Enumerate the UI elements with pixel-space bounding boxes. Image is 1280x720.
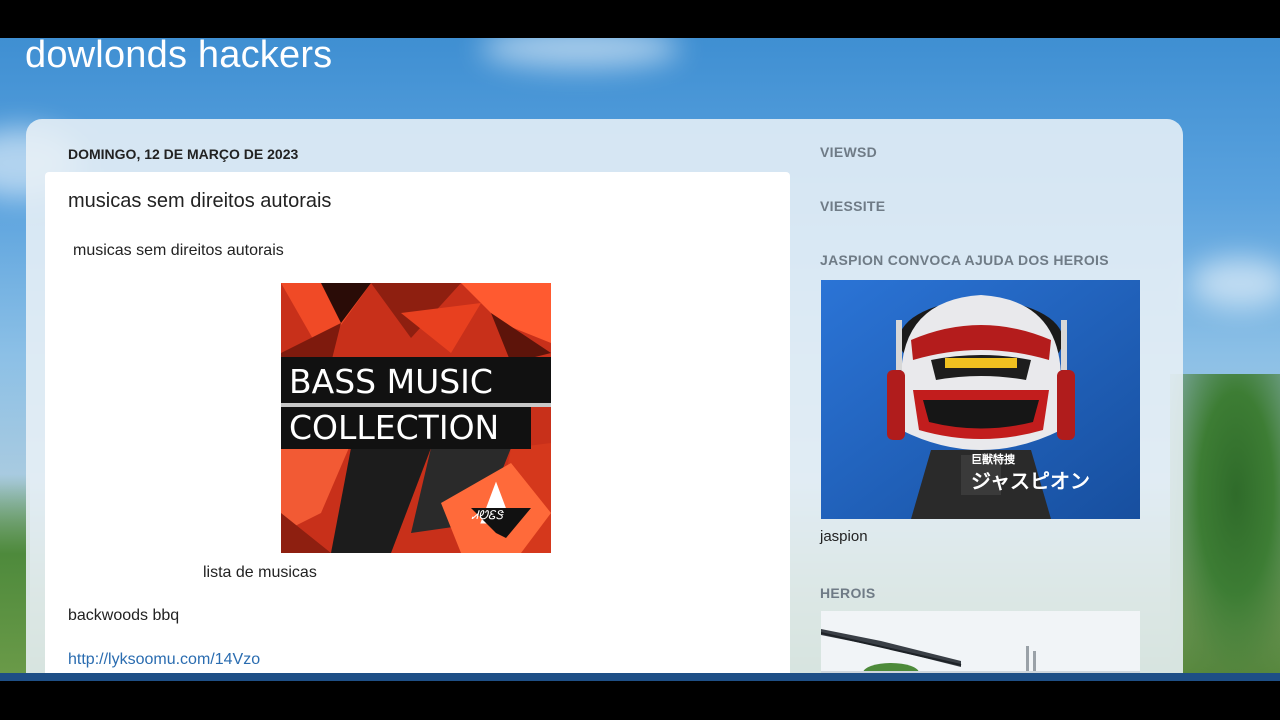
- album-caption: lista de musicas: [203, 564, 317, 581]
- album-cover-image[interactable]: BASS MUSIC COLLECTION ᏗᏬᏋᏕ: [281, 283, 551, 553]
- album-cover-title-line1: BASS MUSIC: [289, 362, 493, 401]
- jaspion-logo-title: ジャスピオン: [971, 469, 1090, 493]
- jaspion-caption: jaspion: [820, 528, 868, 545]
- cloud-decoration: [480, 38, 680, 68]
- track-name: backwoods bbq: [68, 607, 180, 624]
- herois-image[interactable]: [821, 611, 1140, 674]
- blog-title[interactable]: dowlonds hackers: [25, 38, 332, 77]
- jaspion-helmet-art: 巨獣特捜 ジャスピオン: [821, 280, 1140, 519]
- album-cover-art: BASS MUSIC COLLECTION ᏗᏬᏋᏕ: [281, 283, 551, 553]
- sidebar-heading-viewsd: VIEWSD: [820, 144, 878, 160]
- herois-scene-art: [821, 611, 1140, 674]
- download-link[interactable]: http://lyksoomu.com/14Vzo: [68, 651, 260, 669]
- post-intro: musicas sem direitos autorais: [73, 242, 284, 259]
- post-date: DOMINGO, 12 DE MARÇO DE 2023: [68, 146, 299, 162]
- jaspion-image[interactable]: 巨獣特捜 ジャスピオン: [821, 280, 1140, 519]
- jaspion-logo-subtitle: 巨獣特捜: [971, 452, 1016, 466]
- blog-page: dowlonds hackers DOMINGO, 12 DE MARÇO DE…: [0, 38, 1280, 674]
- video-frame: dowlonds hackers DOMINGO, 12 DE MARÇO DE…: [0, 0, 1280, 720]
- background-trees: [1170, 374, 1280, 674]
- video-progress-bar[interactable]: [0, 673, 1280, 681]
- cloud-decoration: [1190, 258, 1280, 308]
- sidebar-heading-jaspion: JASPION CONVOCA AJUDA DOS HEROIS: [820, 252, 1109, 268]
- album-cover-badge: ᏗᏬᏋᏕ: [471, 508, 504, 522]
- sidebar-heading-viessite: VIESSITE: [820, 198, 886, 214]
- album-cover-title-line2: COLLECTION: [289, 408, 499, 447]
- post-title[interactable]: musicas sem direitos autorais: [68, 190, 331, 213]
- post-card: musicas sem direitos autorais musicas se…: [45, 172, 790, 674]
- sidebar-heading-herois: HEROIS: [820, 585, 876, 601]
